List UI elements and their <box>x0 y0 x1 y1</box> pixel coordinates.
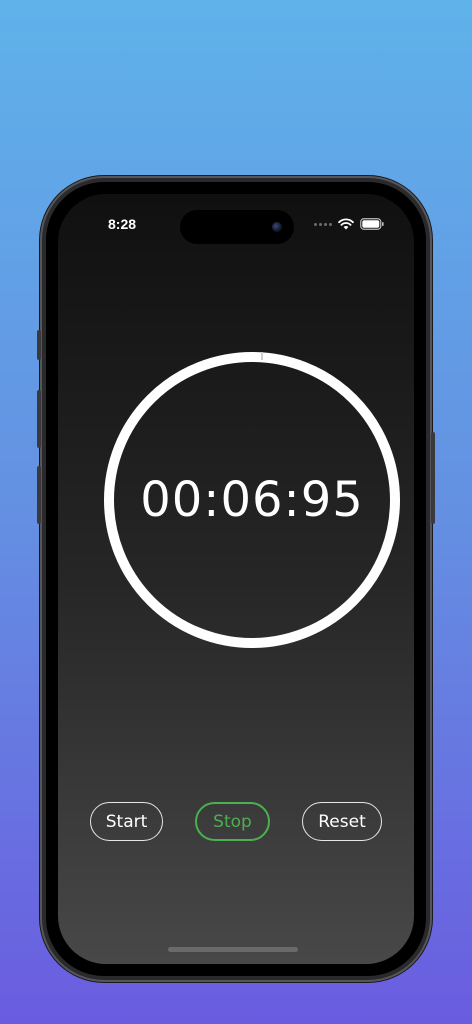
battery-icon <box>360 218 384 230</box>
status-time: 8:28 <box>108 216 137 232</box>
timer-display: 00:06:95 <box>140 472 364 528</box>
progress-ring: 00:06:95 <box>104 352 400 648</box>
stop-button[interactable]: Stop <box>195 802 270 841</box>
reset-button[interactable]: Reset <box>302 802 382 841</box>
dynamic-island <box>180 210 294 244</box>
volume-up-button <box>37 390 41 448</box>
power-button <box>431 432 435 524</box>
home-indicator[interactable] <box>168 947 298 952</box>
start-button[interactable]: Start <box>90 802 163 841</box>
wifi-icon <box>338 218 354 230</box>
action-button <box>37 330 41 360</box>
volume-down-button <box>37 466 41 524</box>
camera-icon <box>272 222 282 232</box>
status-icons <box>314 218 384 230</box>
cellular-icon <box>314 222 332 226</box>
ring-marker <box>261 352 263 360</box>
phone-frame: 8:28 00:06:95 Start Stop Reset <box>37 176 435 982</box>
app-screen: 8:28 00:06:95 Start Stop Reset <box>58 194 414 964</box>
phone-bezel: 8:28 00:06:95 Start Stop Reset <box>46 182 426 976</box>
